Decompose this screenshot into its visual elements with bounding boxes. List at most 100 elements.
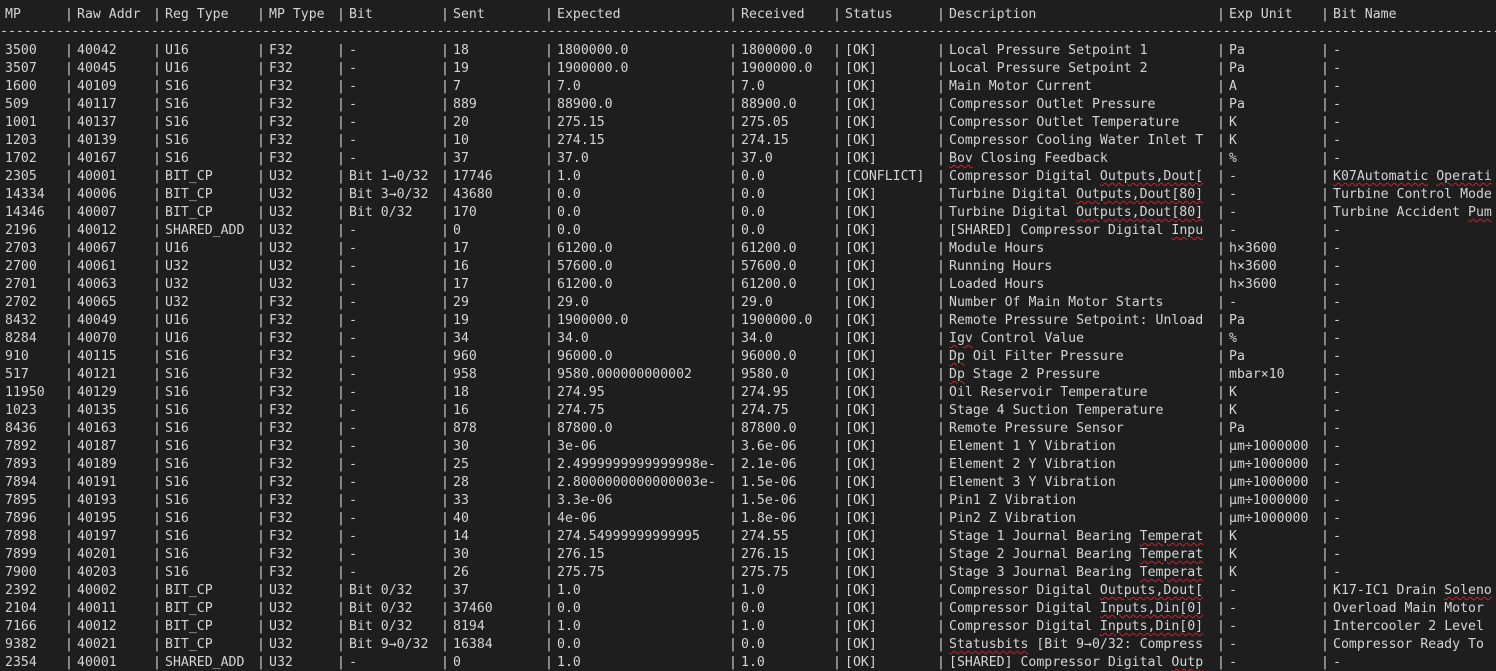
column-separator: | (257, 439, 265, 454)
column-separator: | (1321, 349, 1329, 364)
column-separator: | (65, 187, 73, 202)
cell-bit-name: - (1333, 439, 1341, 454)
cell-exp-unit: - (1229, 223, 1237, 238)
terminal-window[interactable]: | | | | | | | | | | | MP Raw Addr Reg Type MP Type Bit S… (0, 0, 1496, 671)
column-separator: | (1321, 601, 1329, 616)
cell-bit: - (349, 439, 357, 454)
cell-raw-addr: 40117 (77, 97, 117, 112)
cell-bit: - (349, 43, 357, 58)
column-separator: | (1217, 43, 1225, 58)
cell-exp-unit: - (1229, 655, 1237, 670)
column-separator: | (1321, 79, 1329, 94)
column-separator: | (833, 547, 841, 562)
column-separator: | (153, 493, 161, 508)
cell-description: Stage 3 Journal Bearing Temperat (949, 565, 1204, 580)
column-separator: | (65, 259, 73, 274)
column-separator: | (65, 547, 73, 562)
column-separator: | (937, 313, 945, 328)
cell-mp: 7898 (5, 529, 37, 544)
cell-expected: 0.0 (557, 223, 581, 238)
cell-mp: 1023 (5, 403, 37, 418)
cell-received: 61200.0 (741, 277, 797, 292)
cell-expected: 274.95 (557, 385, 605, 400)
cell-mp: 910 (5, 349, 29, 364)
cell-reg-type: SHARED_ADD (165, 655, 245, 670)
column-separator: | (337, 493, 345, 508)
cell-sent: 19 (453, 61, 469, 76)
column-separator: | (729, 43, 737, 58)
cell-mp: 7900 (5, 565, 37, 580)
column-separator: | (65, 169, 73, 184)
column-separator: | (153, 349, 161, 364)
cell-status: [OK] (845, 421, 877, 436)
cell-mp: 7893 (5, 457, 37, 472)
cell-sent: 40 (453, 511, 469, 526)
column-separator: | (257, 7, 265, 22)
cell-expected: 1800000.0 (557, 43, 629, 58)
column-separator: | (65, 133, 73, 148)
column-separator: | (337, 637, 345, 652)
table-row: | | | | | | | | | | | 2702 40065 U32 F32 - 29 29.0 29.0 [OK… (0, 294, 1496, 312)
cell-bit-name: Turbine Control Mode (1333, 187, 1492, 202)
column-separator: | (1321, 403, 1329, 418)
cell-bit: Bit 0/32 (349, 583, 413, 598)
cell-expected: 276.15 (557, 547, 605, 562)
column-separator: | (1321, 205, 1329, 220)
cell-received: 1900000.0 (741, 61, 813, 76)
column-separator: | (729, 241, 737, 256)
column-separator: | (257, 241, 265, 256)
column-separator: | (65, 43, 73, 58)
column-separator: | (833, 493, 841, 508)
column-separator: | (545, 331, 553, 346)
cell-bit: - (349, 529, 357, 544)
cell-received: 274.75 (741, 403, 789, 418)
cell-mp: 517 (5, 367, 29, 382)
cell-mp-type: U32 (269, 187, 293, 202)
column-separator: | (833, 7, 841, 22)
column-separator: | (937, 511, 945, 526)
column-separator: | (1321, 421, 1329, 436)
column-separator: | (729, 223, 737, 238)
column-separator: | (729, 601, 737, 616)
column-separator: | (545, 7, 553, 22)
cell-reg-type: S16 (165, 133, 189, 148)
cell-mp: 2354 (5, 655, 37, 670)
column-separator: | (257, 511, 265, 526)
column-separator: | (1321, 133, 1329, 148)
cell-raw-addr: 40135 (77, 403, 117, 418)
column-separator: | (1217, 151, 1225, 166)
table-row: | | | | | | | | | | | 1023 40135 S16 F32 - 16 274.75 274.7… (0, 402, 1496, 420)
column-separator: | (1321, 223, 1329, 238)
column-separator: | (153, 385, 161, 400)
column-separator: | (153, 295, 161, 310)
column-separator: | (729, 115, 737, 130)
column-separator: | (833, 439, 841, 454)
column-separator: | (153, 565, 161, 580)
cell-status: [OK] (845, 457, 877, 472)
column-separator: | (257, 277, 265, 292)
column-separator: | (1217, 439, 1225, 454)
cell-description: Dp Stage 2 Pressure (949, 367, 1100, 382)
column-separator: | (65, 7, 73, 22)
cell-bit: - (349, 421, 357, 436)
cell-expected: 9580.000000000002 (557, 367, 692, 382)
column-separator: | (337, 295, 345, 310)
cell-mp-type: F32 (269, 367, 293, 382)
column-separator: | (729, 169, 737, 184)
cell-received: 274.95 (741, 385, 789, 400)
cell-received: 0.0 (741, 637, 765, 652)
table-row: | | | | | | | | | | | 7895 40193 S16 F32 - 33 3.3e-06 1.5e… (0, 492, 1496, 510)
cell-status: [OK] (845, 79, 877, 94)
cell-bit-name: Intercooler 2 Level (1333, 619, 1484, 634)
column-separator: | (729, 385, 737, 400)
cell-exp-unit: h×3600 (1229, 277, 1277, 292)
cell-bit-name: - (1333, 61, 1341, 76)
column-separator: | (545, 565, 553, 580)
column-separator: | (65, 151, 73, 166)
column-separator: | (1321, 259, 1329, 274)
cell-reg-type: S16 (165, 529, 189, 544)
column-separator: | (257, 601, 265, 616)
cell-received: 1.0 (741, 655, 765, 670)
cell-description: Element 1 Y Vibration (949, 439, 1116, 454)
column-separator: | (1217, 637, 1225, 652)
